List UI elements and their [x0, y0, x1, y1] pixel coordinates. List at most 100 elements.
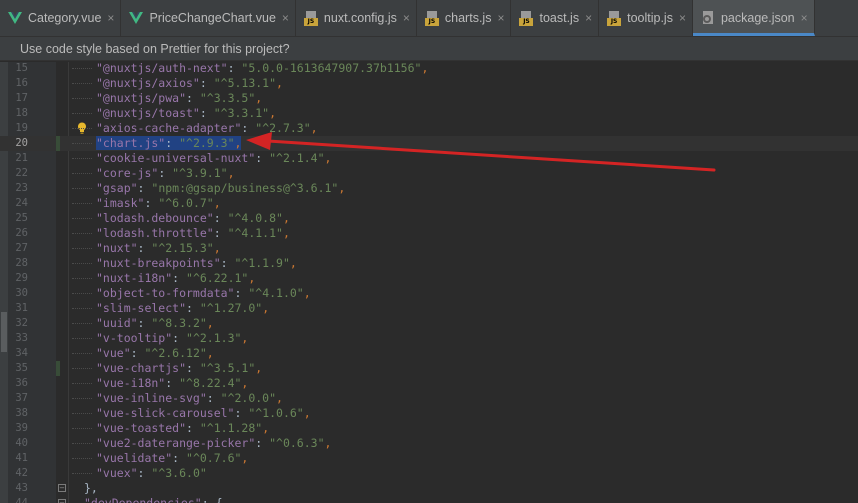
code-line[interactable]: 37 "vue-inline-svg": "^2.0.0",: [0, 391, 858, 406]
code-line[interactable]: 19 "axios-cache-adapter": "^2.7.3",: [0, 121, 858, 136]
code-line[interactable]: 33 "v-tooltip": "^2.1.3",: [0, 331, 858, 346]
code-line[interactable]: 15 "@nuxtjs/auth-next": "5.0.0-1613647907…: [0, 62, 858, 76]
json-value: "^2.1.4": [269, 151, 325, 165]
json-value: "^1.1.9": [234, 256, 290, 270]
close-tab-icon[interactable]: ×: [585, 11, 592, 25]
code-text: "nuxt-i18n": "^6.22.1",: [96, 271, 256, 285]
json-key: "vue2-daterange-picker": [96, 436, 256, 450]
json-value: "^3.3.5": [199, 91, 256, 105]
tab-charts-js[interactable]: JS charts.js ×: [417, 0, 512, 36]
json-value: "^3.9.1": [172, 166, 228, 180]
line-number: 36: [15, 377, 28, 389]
code-line[interactable]: 29 "nuxt-i18n": "^6.22.1",: [0, 271, 858, 286]
json-comma: ,: [241, 451, 249, 465]
code-line[interactable]: 32 "uuid": "^8.3.2",: [0, 316, 858, 331]
line-number: 35: [15, 362, 28, 374]
indent-guide: [72, 338, 92, 340]
json-key: "vue": [96, 346, 131, 360]
code-line[interactable]: 23 "gsap": "npm:@gsap/business@^3.6.1",: [0, 181, 858, 196]
prettier-notification-banner[interactable]: Use code style based on Prettier for thi…: [0, 37, 858, 61]
json-comma: ,: [241, 376, 249, 390]
code-line[interactable]: 25 "lodash.debounce": "^4.0.8",: [0, 211, 858, 226]
code-line[interactable]: 31 "slim-select": "^1.27.0",: [0, 301, 858, 316]
json-comma: ,: [227, 166, 235, 180]
json-value: "^1.27.0": [199, 301, 263, 315]
json-comma: ,: [262, 301, 270, 315]
code-line[interactable]: 43 −},: [0, 481, 858, 496]
json-value: "^2.6.12": [144, 346, 207, 360]
json-key: "v-tooltip": [96, 331, 173, 345]
tab-pricechangechart-vue[interactable]: PriceChangeChart.vue ×: [121, 0, 296, 36]
fold-icon[interactable]: −: [58, 484, 66, 492]
json-key: "nuxt-breakpoints": [96, 256, 221, 270]
code-line[interactable]: 21 "cookie-universal-nuxt": "^2.1.4",: [0, 151, 858, 166]
code-line[interactable]: 42 "vuex": "^3.6.0": [0, 466, 858, 481]
code-line[interactable]: 41 "vuelidate": "^0.7.6",: [0, 451, 858, 466]
tab-category-vue[interactable]: Category.vue ×: [0, 0, 122, 36]
json-key: "uuid": [96, 316, 138, 330]
close-tab-icon[interactable]: ×: [801, 11, 808, 25]
tab-toast-js[interactable]: JS toast.js ×: [511, 0, 600, 36]
line-number: 30: [15, 287, 28, 299]
code-line[interactable]: 39 "vue-toasted": "^1.1.28",: [0, 421, 858, 436]
code-text: "vuex": "^3.6.0": [96, 466, 207, 480]
code-text: "vue-inline-svg": "^2.0.0",: [96, 391, 283, 405]
fold-icon[interactable]: −: [58, 499, 66, 503]
json-key: "@nuxtjs/axios": [96, 76, 200, 90]
indent-guide: [72, 293, 92, 295]
code-line[interactable]: 16 "@nuxtjs/axios": "^5.13.1",: [0, 76, 858, 91]
line-number: 16: [15, 77, 28, 89]
vue-icon: [8, 12, 22, 24]
line-number: 24: [15, 197, 28, 209]
code-line[interactable]: 24 "imask": "^6.0.7",: [0, 196, 858, 211]
code-line[interactable]: 28 "nuxt-breakpoints": "^1.1.9",: [0, 256, 858, 271]
json-key: "lodash.throttle": [96, 226, 214, 240]
code-text: "lodash.throttle": "^4.1.1",: [96, 226, 290, 240]
close-tab-icon[interactable]: ×: [497, 11, 504, 25]
tab-package-json[interactable]: package.json ×: [692, 0, 815, 36]
code-line[interactable]: 22 "core-js": "^3.9.1",: [0, 166, 858, 181]
json-key: "vue-slick-carousel": [96, 406, 235, 420]
line-number: 32: [15, 317, 28, 329]
close-tab-icon[interactable]: ×: [679, 11, 686, 25]
close-tab-icon[interactable]: ×: [282, 11, 289, 25]
code-line[interactable]: 26 "lodash.throttle": "^4.1.1",: [0, 226, 858, 241]
code-line[interactable]: 18 "@nuxtjs/toast": "^3.3.1",: [0, 106, 858, 121]
json-comma: ,: [255, 91, 263, 105]
close-tab-icon[interactable]: ×: [403, 11, 410, 25]
code-line[interactable]: 35 "vue-chartjs": "^3.5.1",: [0, 361, 858, 376]
code-text: "@nuxtjs/axios": "^5.13.1",: [96, 76, 283, 90]
code-line[interactable]: 34 "vue": "^2.6.12",: [0, 346, 858, 361]
json-comma: ,: [324, 151, 332, 165]
line-number: 28: [15, 257, 28, 269]
indent-guide: [72, 383, 92, 385]
code-text: "@nuxtjs/auth-next": "5.0.0-1613647907.3…: [96, 62, 429, 75]
json-value: "^4.1.0": [248, 286, 304, 300]
code-text: "vue-i18n": "^8.22.4",: [96, 376, 249, 390]
code-line[interactable]: 40 "vue2-daterange-picker": "^0.6.3",: [0, 436, 858, 451]
code-line[interactable]: 38 "vue-slick-carousel": "^1.0.6",: [0, 406, 858, 421]
json-value: "^1.0.6": [248, 406, 304, 420]
line-number: 21: [15, 152, 28, 164]
json-key: "imask": [96, 196, 145, 210]
indent-guide: [72, 173, 92, 175]
tab-nuxt-config-js[interactable]: JS nuxt.config.js ×: [296, 0, 417, 36]
indent-guide: [72, 443, 92, 445]
json-key: "gsap": [96, 181, 138, 195]
code-line[interactable]: 44 − "devDependencies": {: [0, 496, 858, 503]
json-comma: ,: [324, 436, 332, 450]
code-line[interactable]: 36 "vue-i18n": "^8.22.4",: [0, 376, 858, 391]
js-file-icon: JS: [519, 11, 534, 26]
tab-tooltip-js[interactable]: JS tooltip.js ×: [599, 0, 693, 36]
indent-guide: [72, 353, 92, 355]
code-editor[interactable]: 15 "@nuxtjs/auth-next": "5.0.0-1613647907…: [0, 62, 858, 503]
code-line[interactable]: 30 "object-to-formdata": "^4.1.0",: [0, 286, 858, 301]
code-line[interactable]: 17 "@nuxtjs/pwa": "^3.3.5",: [0, 91, 858, 106]
code-text: "vue2-daterange-picker": "^0.6.3",: [96, 436, 332, 450]
line-number: 44: [15, 497, 28, 503]
indent-guide: [72, 368, 92, 370]
json-value: "^2.9.3": [179, 136, 235, 150]
code-line[interactable]: 20 "chart.js": "^2.9.3",: [0, 136, 858, 151]
close-tab-icon[interactable]: ×: [107, 11, 114, 25]
code-line[interactable]: 27 "nuxt": "^2.15.3",: [0, 241, 858, 256]
